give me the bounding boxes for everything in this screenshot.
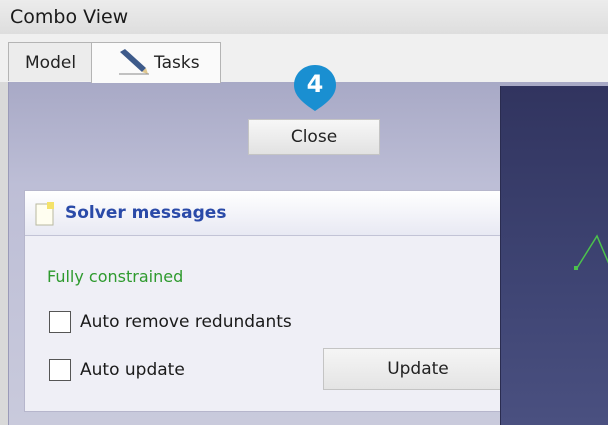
tab-model-label: Model [25, 53, 77, 73]
tab-tasks[interactable]: Tasks [91, 42, 221, 83]
tab-tasks-label: Tasks [154, 53, 200, 73]
3d-viewport[interactable] [500, 86, 608, 425]
sketch-geometry [574, 234, 608, 270]
step-number: 4 [306, 70, 324, 98]
auto-update-checkbox[interactable] [49, 359, 71, 381]
solver-header[interactable]: Solver messages [25, 191, 503, 236]
step-badge: 4 [290, 63, 340, 113]
window-title: Combo View [10, 6, 129, 28]
pencil-icon [119, 49, 149, 75]
solver-status: Fully constrained [47, 267, 184, 286]
note-icon [35, 202, 54, 226]
combo-view-titlebar: Combo View [0, 0, 608, 35]
auto-update-label: Auto update [80, 360, 185, 380]
auto-remove-label: Auto remove redundants [80, 312, 292, 332]
auto-remove-checkbox[interactable] [49, 311, 71, 333]
update-button[interactable]: Update [323, 348, 513, 390]
solver-title: Solver messages [65, 203, 227, 223]
close-button[interactable]: Close [248, 119, 380, 155]
tab-model[interactable]: Model [8, 42, 92, 81]
